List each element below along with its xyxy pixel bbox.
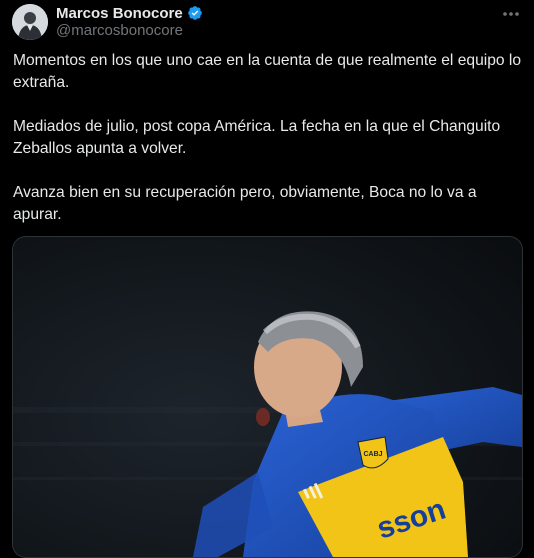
author-avatar[interactable] xyxy=(12,4,48,40)
more-options-button[interactable] xyxy=(500,4,522,24)
author-handle[interactable]: @marcosbonocore xyxy=(56,22,183,39)
tweet-card[interactable]: Marcos Bonocore @marcosbonocore Momentos… xyxy=(0,0,534,558)
tweet-paragraph: Mediados de julio, post copa América. La… xyxy=(13,118,501,157)
verified-badge-icon xyxy=(187,5,203,21)
tweet-paragraph: Avanza bien en su recuperación pero, obv… xyxy=(13,184,477,223)
author-name[interactable]: Marcos Bonocore xyxy=(56,5,183,22)
player-photo: CABJ sson xyxy=(13,237,522,557)
tweet-text: Momentos en los que uno cae en la cuenta… xyxy=(13,50,525,248)
tweet-media-photo[interactable]: CABJ sson xyxy=(12,236,523,558)
tweet-paragraph: Momentos en los que uno cae en la cuenta… xyxy=(13,52,522,91)
jersey-crest: CABJ xyxy=(363,451,382,458)
author-name-row: Marcos Bonocore xyxy=(56,4,203,22)
more-icon xyxy=(503,12,519,16)
avatar-image xyxy=(12,4,48,40)
